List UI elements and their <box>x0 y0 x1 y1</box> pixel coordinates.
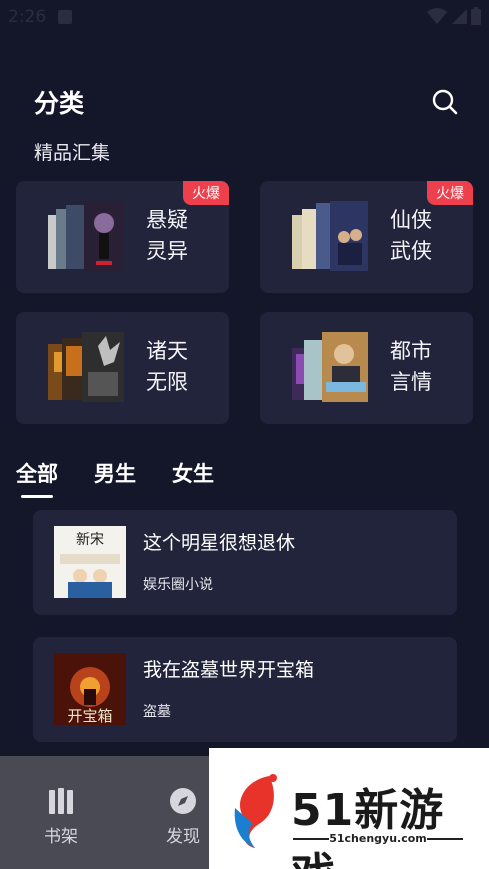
hot-badge: 火爆 <box>427 181 473 205</box>
book-cover: 开宝箱 <box>54 653 126 725</box>
tab-all[interactable]: 全部 <box>16 458 58 498</box>
list-item[interactable]: 开宝箱 我在盗墓世界开宝箱 盗墓 <box>33 637 457 742</box>
search-icon[interactable] <box>431 88 459 116</box>
list-item[interactable]: 新宋 这个明星很想退休 娱乐圈小说 <box>33 510 457 615</box>
category-name: 悬疑 灵异 <box>146 208 188 263</box>
book-stack-image <box>48 201 124 271</box>
nav-label: 书架 <box>44 827 78 847</box>
book-stack-image <box>48 332 124 402</box>
divider <box>427 838 463 840</box>
gender-tabs: 全部 男生 女生 <box>16 458 214 498</box>
section-label: 精品汇集 <box>34 142 111 164</box>
book-title: 我在盗墓世界开宝箱 <box>143 659 315 681</box>
book-title: 这个明星很想退休 <box>143 532 296 554</box>
book-stack-image <box>292 201 368 271</box>
category-card-xianxia[interactable]: 仙侠 武侠 火爆 <box>260 181 473 293</box>
tab-male[interactable]: 男生 <box>94 458 136 498</box>
watermark-brand: 51新游戏 <box>291 785 445 869</box>
book-cover-art: 新宋 <box>54 526 126 598</box>
category-card-infinite[interactable]: 诸天 无限 <box>16 312 229 424</box>
wifi-icon <box>427 8 447 24</box>
bookshelf-icon <box>49 788 73 814</box>
status-icons <box>427 7 481 25</box>
nav-discover[interactable]: 发现 <box>153 786 213 847</box>
compass-icon <box>170 788 196 814</box>
category-name: 诸天 无限 <box>146 339 188 394</box>
svg-text:开宝箱: 开宝箱 <box>67 707 112 725</box>
category-card-urban[interactable]: 都市 言情 <box>260 312 473 424</box>
notification-icon <box>58 10 73 24</box>
status-time: 2:26 <box>8 7 47 27</box>
nav-bookshelf[interactable]: 书架 <box>31 786 91 847</box>
book-stack-image <box>292 332 368 402</box>
signal-icon <box>452 9 467 24</box>
hot-badge: 火爆 <box>183 181 229 205</box>
category-card-suspense[interactable]: 悬疑 灵异 火爆 <box>16 181 229 293</box>
nav-label: 发现 <box>166 827 200 847</box>
book-cover-art: 开宝箱 <box>54 653 126 725</box>
page-title: 分类 <box>34 89 85 118</box>
category-name: 仙侠 武侠 <box>390 208 432 263</box>
battery-icon <box>471 7 481 25</box>
svg-text:新宋: 新宋 <box>76 532 104 548</box>
watermark-logo: 51新游戏 51chengyu.com <box>209 748 489 869</box>
header: 分类 <box>34 82 459 122</box>
category-name: 都市 言情 <box>390 339 432 394</box>
status-bar: 2:26 <box>0 0 489 34</box>
tab-female[interactable]: 女生 <box>172 458 214 498</box>
book-genre: 娱乐圈小说 <box>143 577 213 593</box>
book-genre: 盗墓 <box>143 704 171 720</box>
brand-logo-icon <box>234 774 277 848</box>
book-cover: 新宋 <box>54 526 126 598</box>
